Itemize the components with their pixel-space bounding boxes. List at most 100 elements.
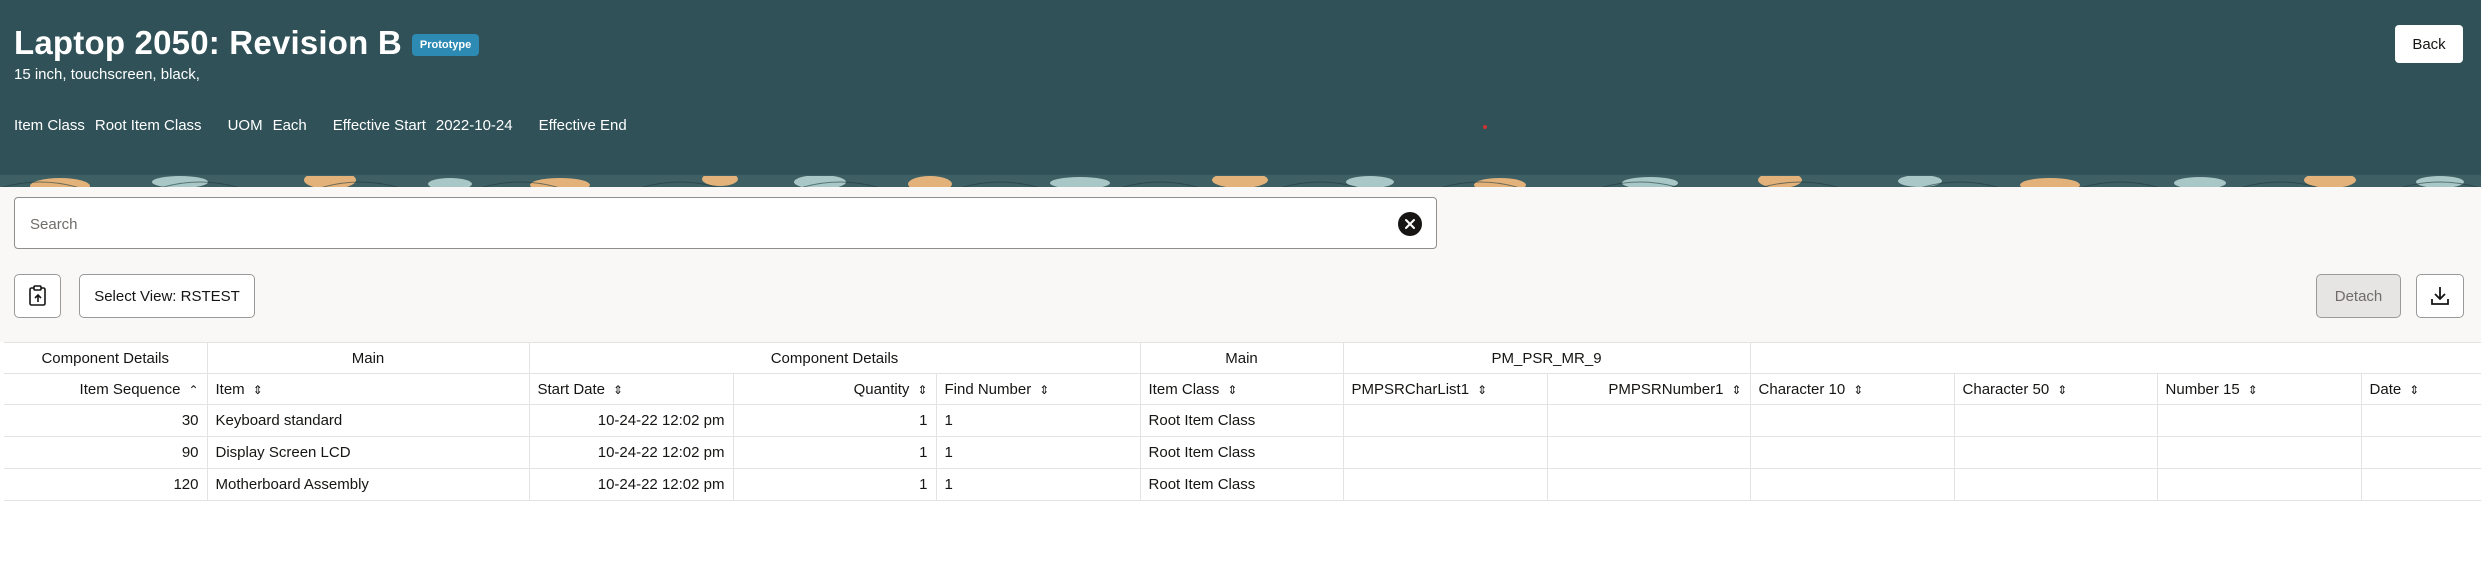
- cell-character-10: [1750, 436, 1955, 469]
- cell-pmpsrnumber1: [1547, 468, 1751, 501]
- sort-icon[interactable]: ⇕: [613, 383, 623, 397]
- meta-effective-end: Effective End: [539, 117, 637, 134]
- column-header-quantity[interactable]: Quantity ⇕: [733, 373, 937, 405]
- cell-date: [2361, 436, 2481, 469]
- column-header-number-15[interactable]: Number 15 ⇕: [2157, 373, 2362, 405]
- cell-find-number: 1: [936, 404, 1141, 437]
- column-label: Quantity: [853, 380, 910, 398]
- sort-icon[interactable]: ⇕: [1039, 383, 1049, 397]
- meta-value: Each: [272, 117, 307, 134]
- meta-item-class: Item Class Root Item Class: [14, 117, 202, 134]
- table-row[interactable]: 90 Display Screen LCD 10-24-22 12:02 pm …: [4, 436, 2481, 469]
- column-label: PMPSRNumber1: [1608, 380, 1724, 398]
- column-header-date[interactable]: Date ⇕: [2361, 373, 2481, 405]
- cell-find-number: 1: [936, 436, 1141, 469]
- table-row[interactable]: 30 Keyboard standard 10-24-22 12:02 pm 1…: [4, 404, 2481, 437]
- meta-effective-start: Effective Start 2022-10-24: [333, 117, 513, 134]
- column-header-start-date[interactable]: Start Date ⇕: [529, 373, 734, 405]
- sort-icon[interactable]: ⇕: [1477, 383, 1487, 397]
- download-button[interactable]: [2416, 274, 2464, 318]
- meta-label: Effective Start: [332, 117, 426, 134]
- clipboard-upload-icon: [28, 285, 46, 306]
- column-group-row: Component Details Main Component Details…: [4, 342, 2481, 374]
- column-label: Item: [215, 380, 245, 398]
- column-header-character-50[interactable]: Character 50 ⇕: [1954, 373, 2158, 405]
- column-label: PMPSRCharList1: [1351, 380, 1470, 398]
- status-badge: Prototype: [411, 34, 480, 56]
- cell-number-15: [2157, 468, 2362, 501]
- column-group-header: Main: [1140, 342, 1344, 374]
- cell-item: Display Screen LCD: [207, 436, 530, 469]
- column-group-header: Component Details: [529, 342, 1141, 374]
- search-input[interactable]: [28, 198, 1392, 250]
- sort-icon[interactable]: ⇕: [253, 383, 263, 397]
- back-button[interactable]: Back: [2395, 25, 2463, 63]
- detach-button[interactable]: Detach: [2316, 274, 2401, 318]
- column-header-item[interactable]: Item ⇕: [207, 373, 530, 405]
- sort-icon[interactable]: ⇕: [1853, 383, 1863, 397]
- meta-value: Root Item Class: [94, 117, 202, 134]
- sort-icon[interactable]: ⇕: [2248, 383, 2258, 397]
- page-header: Laptop 2050: Revision B Prototype 15 inc…: [0, 0, 2481, 175]
- sort-icon[interactable]: ⇕: [1731, 383, 1741, 397]
- components-table: Component Details Main Component Details…: [4, 342, 2481, 501]
- clipboard-button[interactable]: [14, 274, 61, 318]
- sort-icon[interactable]: ⇕: [2409, 383, 2419, 397]
- column-header-row: Item Sequence ⌃ Item ⇕ Start Date ⇕ Quantit…: [4, 373, 2481, 405]
- column-label: Start Date: [537, 380, 606, 398]
- cell-pmpsrcharlist1: [1343, 468, 1548, 501]
- column-header-character-10[interactable]: Character 10 ⇕: [1750, 373, 1955, 405]
- column-label: Item Sequence: [79, 380, 181, 398]
- column-header-item-class[interactable]: Item Class ⇕: [1140, 373, 1344, 405]
- sort-icon[interactable]: ⇕: [1227, 383, 1237, 397]
- cell-item: Motherboard Assembly: [207, 468, 530, 501]
- column-label: Find Number: [944, 380, 1032, 398]
- column-label: Character 10: [1758, 380, 1846, 398]
- indicator-dot: [1483, 125, 1487, 129]
- meta-label: Effective End: [538, 117, 627, 134]
- column-label: Number 15: [2165, 380, 2240, 398]
- column-label: Date: [2369, 380, 2402, 398]
- banner-pattern: [0, 175, 2481, 187]
- column-label: Character 50: [1962, 380, 2050, 398]
- cell-quantity: 1: [733, 436, 937, 469]
- cell-date: [2361, 468, 2481, 501]
- column-group-header: PM_PSR_MR_9: [1343, 342, 1751, 374]
- download-icon: [2431, 287, 2449, 305]
- sort-ascending-icon[interactable]: ⌃: [188, 383, 198, 397]
- clear-search-button[interactable]: [1398, 212, 1422, 236]
- item-metadata: Item Class Root Item Class UOM Each Effe…: [14, 117, 663, 134]
- cell-number-15: [2157, 404, 2362, 437]
- cell-item-class: Root Item Class: [1140, 468, 1344, 501]
- column-header-find-number[interactable]: Find Number ⇕: [936, 373, 1141, 405]
- cell-pmpsrcharlist1: [1343, 404, 1548, 437]
- cell-character-50: [1954, 436, 2158, 469]
- page-title: Laptop 2050: Revision B: [14, 24, 402, 61]
- cell-pmpsrnumber1: [1547, 404, 1751, 437]
- column-header-pmpsrcharlist1[interactable]: PMPSRCharList1 ⇕: [1343, 373, 1548, 405]
- cell-character-50: [1954, 468, 2158, 501]
- column-header-item-sequence[interactable]: Item Sequence ⌃: [4, 373, 208, 405]
- table-row[interactable]: 120 Motherboard Assembly 10-24-22 12:02 …: [4, 468, 2481, 501]
- cell-start-date: 10-24-22 12:02 pm: [529, 436, 734, 469]
- column-group-header: Component Details: [4, 342, 208, 374]
- close-icon: [1405, 219, 1415, 229]
- select-view-button[interactable]: Select View: RSTEST: [79, 274, 255, 318]
- column-header-pmpsrnumber1[interactable]: PMPSRNumber1 ⇕: [1547, 373, 1751, 405]
- cell-start-date: 10-24-22 12:02 pm: [529, 468, 734, 501]
- cell-character-10: [1750, 404, 1955, 437]
- column-group-header: Main: [207, 342, 530, 374]
- cell-item-sequence: 30: [4, 404, 208, 437]
- meta-label: UOM: [227, 117, 263, 134]
- cell-pmpsrcharlist1: [1343, 436, 1548, 469]
- cell-character-50: [1954, 404, 2158, 437]
- title-row: Laptop 2050: Revision B Prototype: [14, 24, 480, 62]
- sort-icon[interactable]: ⇕: [2057, 383, 2067, 397]
- meta-label: Item Class: [14, 117, 85, 134]
- meta-value: 2022-10-24: [435, 117, 513, 134]
- sort-icon[interactable]: ⇕: [917, 383, 927, 397]
- cell-item-class: Root Item Class: [1140, 404, 1344, 437]
- cell-item-class: Root Item Class: [1140, 436, 1344, 469]
- page-subtitle: 15 inch, touchscreen, black,: [14, 66, 200, 83]
- cell-character-10: [1750, 468, 1955, 501]
